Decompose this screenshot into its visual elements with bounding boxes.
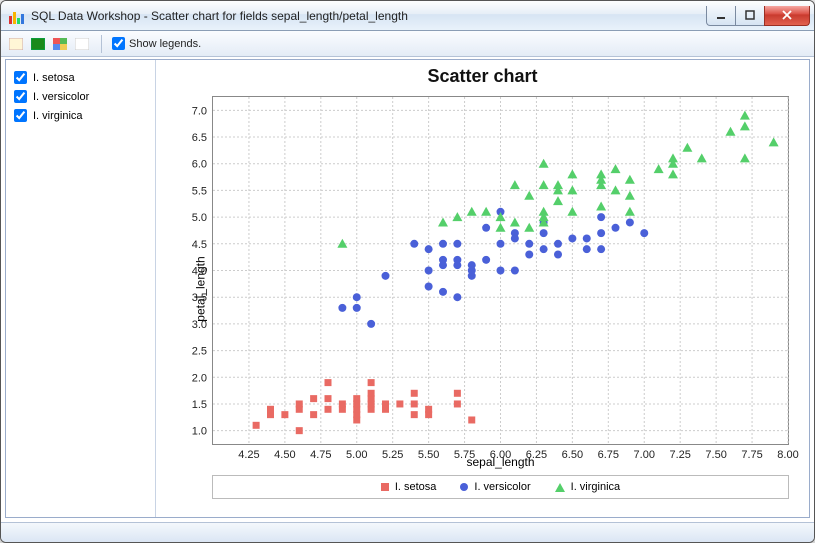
series-sidebar: I. setosa I. versicolor I. virginica bbox=[6, 60, 156, 517]
series-toggle-versicolor[interactable]: I. versicolor bbox=[12, 87, 149, 106]
square-icon bbox=[381, 483, 389, 491]
chart-style-blank-button[interactable] bbox=[73, 35, 91, 53]
series-toggle-virginica[interactable]: I. virginica bbox=[12, 106, 149, 125]
chart-legend: I. setosa I. versicolor I. virginica bbox=[212, 475, 789, 499]
svg-text:2.5: 2.5 bbox=[192, 346, 207, 358]
legend-item-setosa: I. setosa bbox=[381, 481, 437, 493]
legend-item-virginica: I. virginica bbox=[555, 481, 621, 493]
plot-svg: 1.01.52.02.53.03.54.04.55.05.56.06.57.04… bbox=[213, 97, 788, 444]
window-title: SQL Data Workshop - Scatter chart for fi… bbox=[31, 9, 707, 23]
plot-region[interactable]: 1.01.52.02.53.03.54.04.55.05.56.06.57.04… bbox=[212, 96, 789, 445]
x-axis-label: sepal_length bbox=[212, 455, 789, 469]
show-legends-label: Show legends. bbox=[129, 38, 201, 50]
svg-text:1.5: 1.5 bbox=[192, 399, 207, 411]
chart-title: Scatter chart bbox=[156, 66, 809, 87]
svg-text:6.0: 6.0 bbox=[192, 159, 207, 171]
status-bar bbox=[1, 522, 814, 542]
svg-text:4.0: 4.0 bbox=[192, 266, 207, 278]
minimize-button[interactable] bbox=[706, 6, 736, 26]
chart-area: Scatter chart petal_length 1.01.52.02.53… bbox=[156, 60, 809, 517]
triangle-icon bbox=[555, 483, 565, 492]
svg-text:2.0: 2.0 bbox=[192, 372, 207, 384]
app-window: SQL Data Workshop - Scatter chart for fi… bbox=[0, 0, 815, 543]
svg-text:4.5: 4.5 bbox=[192, 239, 207, 251]
chart-style-multi-button[interactable] bbox=[51, 35, 69, 53]
legend-item-versicolor: I. versicolor bbox=[460, 481, 530, 493]
close-button[interactable] bbox=[764, 6, 810, 26]
maximize-button[interactable] bbox=[735, 6, 765, 26]
svg-text:3.5: 3.5 bbox=[192, 292, 207, 304]
app-icon bbox=[9, 8, 25, 24]
body: I. setosa I. versicolor I. virginica Sca… bbox=[5, 59, 810, 518]
svg-text:3.0: 3.0 bbox=[192, 319, 207, 331]
svg-text:6.5: 6.5 bbox=[192, 132, 207, 144]
show-legends-checkbox[interactable]: Show legends. bbox=[112, 37, 201, 50]
titlebar[interactable]: SQL Data Workshop - Scatter chart for fi… bbox=[1, 1, 814, 31]
chart-style-green-button[interactable] bbox=[29, 35, 47, 53]
svg-text:1.0: 1.0 bbox=[192, 426, 207, 438]
svg-text:7.0: 7.0 bbox=[192, 105, 207, 117]
circle-icon bbox=[460, 483, 468, 491]
svg-text:5.5: 5.5 bbox=[192, 185, 207, 197]
toolbar-separator bbox=[101, 35, 102, 53]
chart-style-light-button[interactable] bbox=[7, 35, 25, 53]
series-toggle-setosa[interactable]: I. setosa bbox=[12, 68, 149, 87]
svg-text:5.0: 5.0 bbox=[192, 212, 207, 224]
show-legends-input[interactable] bbox=[112, 37, 125, 50]
window-buttons bbox=[707, 6, 810, 26]
toolbar: Show legends. bbox=[1, 31, 814, 57]
